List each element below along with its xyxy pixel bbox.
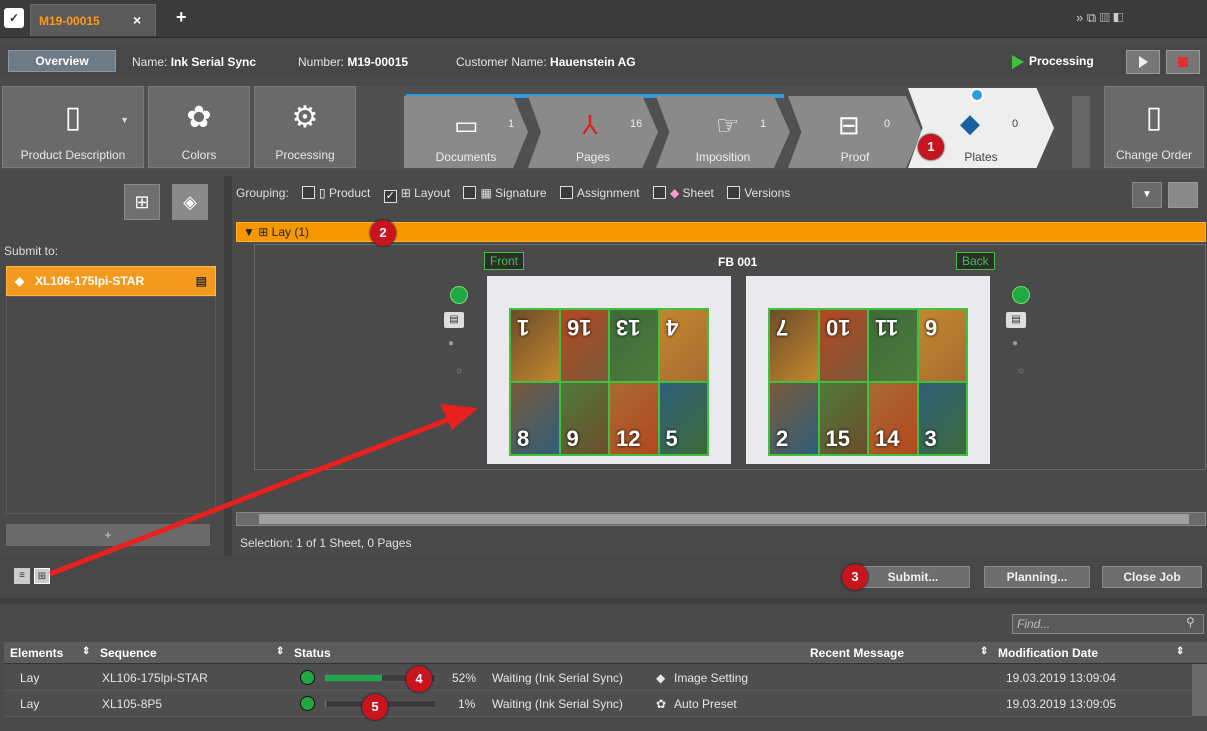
sort-icon[interactable]: ⇕: [980, 646, 988, 657]
row-sequence: XL105-8P5: [102, 697, 163, 711]
row-date: 19.03.2019 13:09:04: [1006, 671, 1117, 685]
annotation-badge-3: 3: [842, 564, 868, 590]
annotation-badge-2: 2: [370, 220, 396, 246]
row-status-dot: [300, 696, 315, 711]
image-setting-icon: ◆: [656, 671, 666, 685]
annotation-badge-4: 4: [406, 666, 432, 692]
col-modification-date[interactable]: Modification Date: [998, 646, 1098, 660]
sort-icon[interactable]: ⇕: [82, 646, 90, 657]
row-status-text: Waiting (Ink Serial Sync): [492, 671, 623, 685]
col-recent-message[interactable]: Recent Message: [810, 646, 904, 660]
auto-preset-icon: ✿: [656, 697, 667, 711]
row-step: Auto Preset: [674, 697, 737, 711]
row-date: 19.03.2019 13:09:05: [1006, 697, 1117, 711]
annotation-badge-5: 5: [362, 694, 388, 720]
arrow-line: [49, 415, 453, 577]
sort-icon[interactable]: ⇕: [276, 646, 284, 657]
col-elements[interactable]: Elements: [10, 646, 63, 660]
row-status-dot: [300, 670, 315, 685]
row-progress-fill: [325, 701, 327, 707]
row-percent: 1%: [458, 697, 476, 711]
find-input[interactable]: Find...: [1012, 614, 1204, 634]
row-status-text: Waiting (Ink Serial Sync): [492, 697, 623, 711]
row-step: Image Setting: [674, 671, 749, 685]
arrow-head: [440, 404, 478, 430]
search-icon[interactable]: ⚲: [1186, 615, 1195, 629]
row-sequence: XL106-175lpi-STAR: [102, 671, 208, 685]
sort-icon[interactable]: ⇕: [1176, 646, 1184, 657]
horizontal-splitter[interactable]: [0, 598, 1207, 604]
row-percent: 52%: [452, 671, 477, 685]
row-element: Lay: [20, 697, 40, 711]
table-row[interactable]: Lay XL105-8P5 1% Waiting (Ink Serial Syn…: [4, 691, 1192, 717]
col-sequence[interactable]: Sequence: [100, 646, 157, 660]
table-row[interactable]: Lay XL106-175lpi-STAR 52% Waiting (Ink S…: [4, 665, 1192, 691]
table-vertical-scrollbar[interactable]: [1192, 664, 1207, 716]
row-progress-fill: [325, 675, 383, 681]
table-header: Elements ⇕ Sequence ⇕ Status Recent Mess…: [4, 642, 1207, 664]
row-element: Lay: [20, 671, 40, 685]
annotation-badge-1: 1: [918, 134, 944, 160]
col-status[interactable]: Status: [294, 646, 331, 660]
